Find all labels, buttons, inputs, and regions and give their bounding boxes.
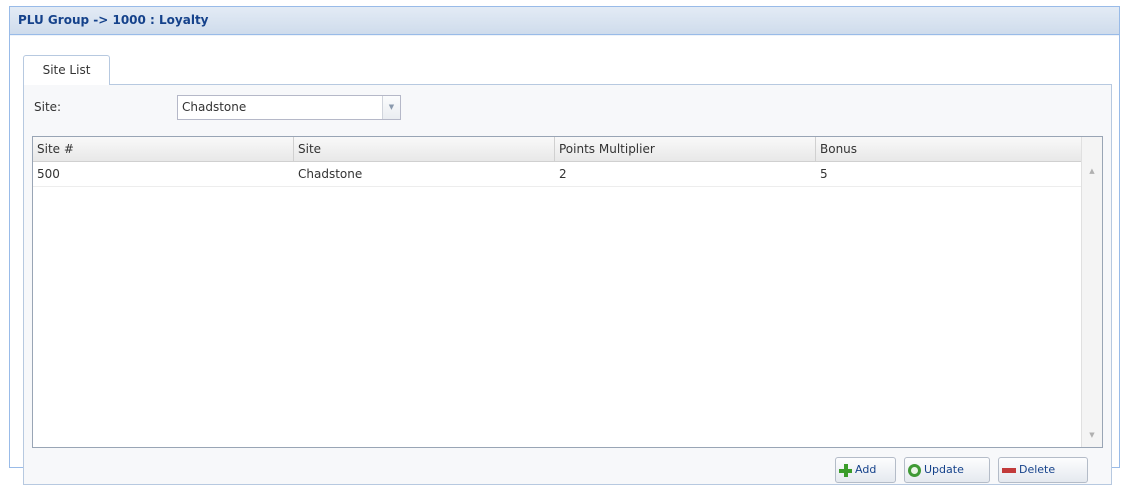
chevron-down-icon[interactable]: ▼	[382, 96, 400, 119]
site-select-value: Chadstone	[182, 100, 247, 114]
tab-site-list[interactable]: Site List	[23, 55, 110, 85]
update-button[interactable]: Update	[904, 457, 990, 483]
table-row[interactable]: 500 Chadstone 2 5	[33, 162, 1082, 187]
site-label: Site:	[34, 100, 62, 114]
site-select[interactable]: Chadstone ▼	[177, 95, 401, 120]
cell-bonus: 5	[820, 167, 828, 181]
delete-button[interactable]: Delete	[998, 457, 1088, 483]
delete-button-label: Delete	[1019, 463, 1056, 476]
column-header-bonus[interactable]: Bonus	[816, 137, 1082, 161]
tab-content: Site: Chadstone ▼ Site # Site Points Mul…	[23, 84, 1112, 485]
column-header-site[interactable]: Site	[294, 137, 555, 161]
add-button[interactable]: Add	[835, 457, 896, 483]
site-grid: Site # Site Points Multiplier Bonus 500 …	[32, 136, 1103, 448]
scroll-up-icon[interactable]: ▲	[1082, 167, 1102, 175]
column-header-site-no[interactable]: Site #	[33, 137, 294, 161]
cell-site-no: 500	[37, 167, 60, 181]
refresh-icon	[908, 463, 921, 477]
cell-points-multiplier: 2	[559, 167, 567, 181]
grid-scrollbar[interactable]: ▲ ▼	[1081, 137, 1102, 447]
add-button-label: Add	[855, 463, 877, 476]
grid-header: Site # Site Points Multiplier Bonus	[33, 137, 1082, 162]
scroll-down-icon[interactable]: ▼	[1082, 431, 1102, 439]
cell-site: Chadstone	[298, 167, 363, 181]
loyalty-panel: PLU Group -> 1000 : Loyalty Site List Si…	[9, 6, 1120, 485]
panel-body: Site List Site: Chadstone ▼ Site # Site …	[10, 36, 1119, 485]
plus-icon	[839, 463, 852, 477]
update-button-label: Update	[924, 463, 964, 476]
minus-icon	[1002, 467, 1016, 473]
panel-title: PLU Group -> 1000 : Loyalty	[10, 7, 1119, 35]
column-header-points-multiplier[interactable]: Points Multiplier	[555, 137, 816, 161]
